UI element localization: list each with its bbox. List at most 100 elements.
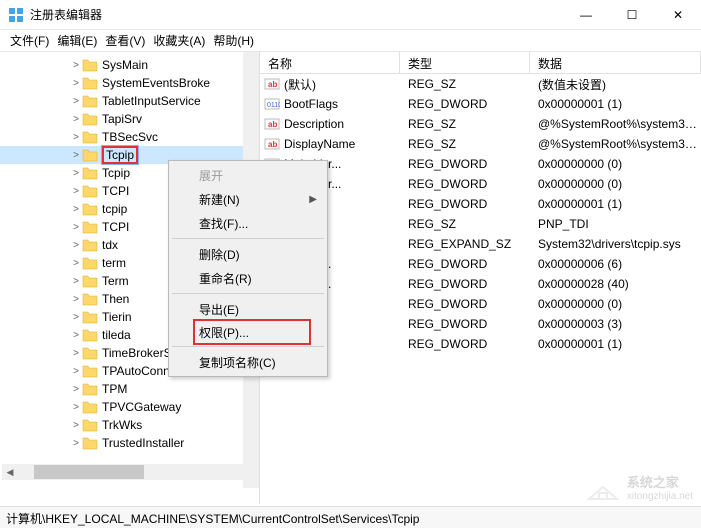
menu-separator: [172, 238, 324, 239]
scroll-left-icon[interactable]: ◀: [2, 464, 18, 480]
menubar: 文件(F) 编辑(E) 查看(V) 收藏夹(A) 帮助(H): [0, 30, 701, 52]
value-data: (数值未设置): [530, 76, 701, 93]
chevron-right-icon[interactable]: >: [70, 258, 82, 269]
menu-item[interactable]: 查找(F)...: [171, 211, 325, 235]
chevron-right-icon[interactable]: >: [70, 60, 82, 71]
tree-item[interactable]: >SysMain: [0, 56, 259, 74]
chevron-right-icon[interactable]: >: [70, 330, 82, 341]
value-type: REG_SZ: [400, 137, 530, 151]
menu-item[interactable]: 权限(P)...: [193, 319, 311, 345]
list-header: 名称 类型 数据: [260, 52, 701, 74]
menu-file[interactable]: 文件(F): [10, 32, 49, 49]
reg-sz-icon: ab: [264, 116, 282, 132]
tree-item[interactable]: >TPVCGateway: [0, 398, 259, 416]
folder-icon: [82, 238, 98, 252]
folder-icon: [82, 130, 98, 144]
chevron-right-icon[interactable]: >: [70, 276, 82, 287]
app-icon: [8, 7, 24, 23]
submenu-arrow-icon: ▶: [309, 194, 317, 205]
content-panes: >SysMain>SystemEventsBroke>TabletInputSe…: [0, 52, 701, 504]
folder-icon: [82, 346, 98, 360]
list-row[interactable]: abDescriptionREG_SZ@%SystemRoot%\system3…: [260, 114, 701, 134]
folder-icon: [82, 58, 98, 72]
tree-item[interactable]: >TrkWks: [0, 416, 259, 434]
chevron-right-icon[interactable]: >: [70, 366, 82, 377]
close-button[interactable]: ✕: [655, 0, 701, 30]
list-row[interactable]: ab(默认)REG_SZ(数值未设置): [260, 74, 701, 94]
value-type: REG_DWORD: [400, 177, 530, 191]
value-data: @%SystemRoot%\system32\tc: [530, 137, 701, 151]
menu-help[interactable]: 帮助(H): [213, 32, 254, 49]
menu-item[interactable]: 复制项名称(C): [171, 350, 325, 374]
tree-item[interactable]: >TBSecSvc: [0, 128, 259, 146]
maximize-button[interactable]: ☐: [609, 0, 655, 30]
folder-icon: [82, 400, 98, 414]
value-type: REG_DWORD: [400, 197, 530, 211]
reg-binary-icon: 0110: [264, 96, 282, 112]
menu-item[interactable]: 新建(N)▶: [171, 187, 325, 211]
folder-icon: [82, 166, 98, 180]
chevron-right-icon[interactable]: >: [70, 168, 82, 179]
chevron-right-icon[interactable]: >: [70, 186, 82, 197]
chevron-right-icon[interactable]: >: [70, 222, 82, 233]
menu-item[interactable]: 重命名(R): [171, 266, 325, 290]
svg-text:ab: ab: [268, 140, 277, 149]
chevron-right-icon[interactable]: >: [70, 402, 82, 413]
chevron-right-icon[interactable]: >: [70, 150, 82, 161]
folder-icon: [82, 184, 98, 198]
value-data: 0x00000001 (1): [530, 97, 701, 111]
value-data: 0x00000028 (40): [530, 277, 701, 291]
chevron-right-icon[interactable]: >: [70, 114, 82, 125]
value-data: 0x00000000 (0): [530, 177, 701, 191]
chevron-right-icon[interactable]: >: [70, 78, 82, 89]
folder-icon: [82, 148, 98, 162]
menu-view[interactable]: 查看(V): [105, 32, 145, 49]
tree-item[interactable]: >SystemEventsBroke: [0, 74, 259, 92]
menu-item[interactable]: 导出(E): [171, 297, 325, 321]
svg-text:0110: 0110: [267, 102, 280, 109]
folder-icon: [82, 76, 98, 90]
chevron-right-icon[interactable]: >: [70, 348, 82, 359]
tree-item[interactable]: >TrustedInstaller: [0, 434, 259, 452]
chevron-right-icon[interactable]: >: [70, 384, 82, 395]
chevron-right-icon[interactable]: >: [70, 132, 82, 143]
menu-item[interactable]: 删除(D): [171, 242, 325, 266]
value-name: (默认): [282, 76, 400, 93]
chevron-right-icon[interactable]: >: [70, 312, 82, 323]
col-data-header[interactable]: 数据: [530, 52, 701, 73]
menu-edit[interactable]: 编辑(E): [57, 32, 97, 49]
value-data: @%SystemRoot%\system32\tc: [530, 117, 701, 131]
chevron-right-icon[interactable]: >: [70, 438, 82, 449]
chevron-right-icon[interactable]: >: [70, 294, 82, 305]
value-data: 0x00000003 (3): [530, 317, 701, 331]
menu-item[interactable]: 展开: [171, 163, 325, 187]
value-type: REG_DWORD: [400, 317, 530, 331]
col-type-header[interactable]: 类型: [400, 52, 530, 73]
titlebar: 注册表编辑器 — ☐ ✕: [0, 0, 701, 30]
folder-icon: [82, 292, 98, 306]
tree-item[interactable]: >TapiSrv: [0, 110, 259, 128]
folder-icon: [82, 256, 98, 270]
folder-icon: [82, 364, 98, 378]
list-row[interactable]: 0110BootFlagsREG_DWORD0x00000001 (1): [260, 94, 701, 114]
status-path: 计算机\HKEY_LOCAL_MACHINE\SYSTEM\CurrentCon…: [6, 512, 419, 526]
chevron-right-icon[interactable]: >: [70, 96, 82, 107]
folder-icon: [82, 94, 98, 108]
reg-sz-icon: ab: [264, 76, 282, 92]
value-type: REG_EXPAND_SZ: [400, 237, 530, 251]
list-row[interactable]: abDisplayNameREG_SZ@%SystemRoot%\system3…: [260, 134, 701, 154]
value-data: PNP_TDI: [530, 217, 701, 231]
menu-favorites[interactable]: 收藏夹(A): [153, 32, 205, 49]
chevron-right-icon[interactable]: >: [70, 240, 82, 251]
tree-item[interactable]: >TPM: [0, 380, 259, 398]
scroll-thumb[interactable]: [34, 465, 144, 479]
menu-separator: [172, 293, 324, 294]
tree-h-scrollbar[interactable]: ◀ ▶: [2, 464, 260, 480]
chevron-right-icon[interactable]: >: [70, 204, 82, 215]
minimize-button[interactable]: —: [563, 0, 609, 30]
col-name-header[interactable]: 名称: [260, 52, 400, 73]
tree-item[interactable]: >TabletInputService: [0, 92, 259, 110]
folder-icon: [82, 436, 98, 450]
chevron-right-icon[interactable]: >: [70, 420, 82, 431]
context-menu: 展开新建(N)▶查找(F)... 删除(D)重命名(R) 导出(E)权限(P)...…: [168, 160, 328, 377]
